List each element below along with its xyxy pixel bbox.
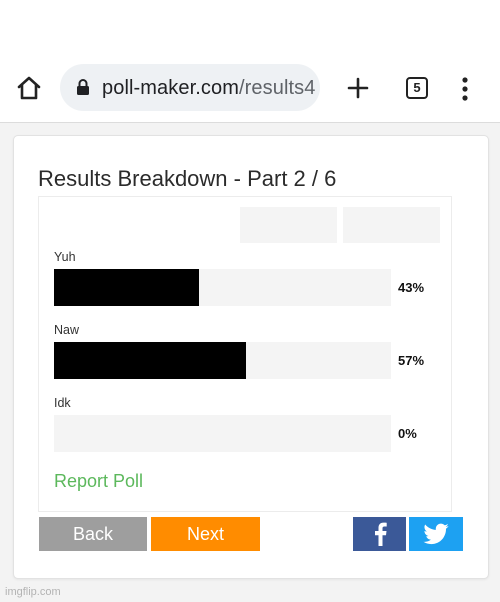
url-path: /results4	[239, 77, 316, 99]
watermark: imgflip.com	[5, 586, 61, 598]
option-percent: 57%	[398, 353, 425, 368]
result-bar-track	[54, 415, 391, 452]
home-icon[interactable]	[16, 76, 42, 100]
poll-results-card: Results Breakdown - Part 2 / 6 Yuh 43% N…	[13, 135, 489, 579]
lock-icon	[76, 78, 90, 96]
option-percent: 0%	[398, 426, 417, 441]
header-cell	[240, 207, 337, 243]
result-bar-fill	[54, 269, 199, 306]
result-bar-track	[54, 342, 391, 379]
browser-toolbar: poll-maker.com/results4 5	[0, 0, 500, 123]
twitter-icon	[423, 523, 449, 545]
report-poll-link[interactable]: Report Poll	[54, 471, 143, 492]
url-domain: poll-maker.com	[102, 77, 239, 99]
page-title: Results Breakdown - Part 2 / 6	[38, 166, 337, 191]
option-label: Yuh	[54, 250, 76, 264]
option-percent: 43%	[398, 280, 425, 295]
more-vert-icon[interactable]	[460, 76, 470, 102]
option-label: Idk	[54, 396, 71, 410]
next-button[interactable]: Next	[151, 517, 260, 551]
address-bar[interactable]: poll-maker.com/results4	[60, 64, 320, 111]
tab-switcher-button[interactable]: 5	[406, 77, 428, 99]
result-bar-fill	[54, 342, 247, 379]
plus-icon[interactable]	[347, 77, 369, 99]
result-bar-track	[54, 269, 391, 306]
results-breakdown: Yuh 43% Naw 57% Idk 0% Report Poll	[38, 196, 452, 512]
header-cell	[343, 207, 440, 243]
facebook-icon	[374, 522, 387, 546]
option-label: Naw	[54, 323, 80, 337]
back-button[interactable]: Back	[39, 517, 147, 551]
twitter-share-button[interactable]	[409, 517, 463, 551]
url-text: poll-maker.com/results4	[102, 77, 316, 100]
facebook-share-button[interactable]	[353, 517, 406, 551]
